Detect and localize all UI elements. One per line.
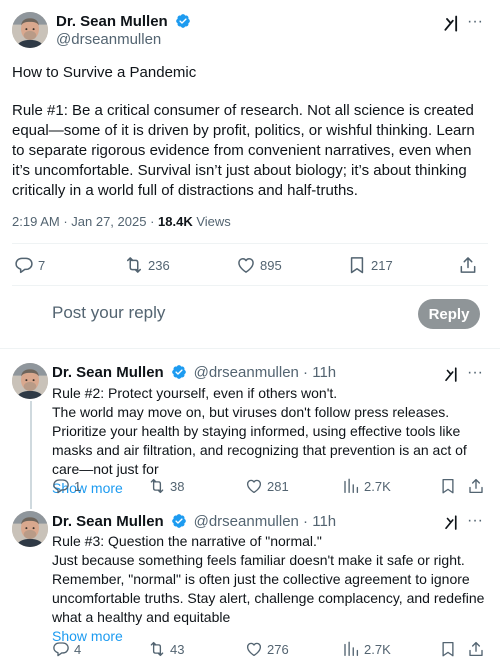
reply-icon: [52, 640, 70, 658]
share-action[interactable]: [458, 255, 478, 275]
reply-author-handle[interactable]: @drseanmullen: [194, 513, 299, 530]
more-icon[interactable]: ···: [467, 512, 483, 530]
verified-badge-icon[interactable]: [171, 364, 187, 380]
reply-action[interactable]: 1: [52, 477, 81, 495]
share-icon: [458, 255, 478, 275]
main-author-header: Dr. Sean Mullen @drseanmullen: [56, 13, 191, 48]
views-icon: [342, 477, 360, 495]
reply-text: Just because something feels familiar do…: [52, 552, 485, 625]
reply-first-line: Rule #2: Protect yourself, even if other…: [52, 385, 338, 401]
grok-icon[interactable]: [443, 366, 461, 384]
repost-count: 38: [170, 478, 185, 494]
views-action[interactable]: 2.7K: [342, 477, 391, 495]
bookmark-count: 217: [371, 257, 393, 273]
bookmark-action[interactable]: [439, 477, 457, 495]
reply-count: 4: [74, 641, 82, 657]
reply-author-avatar[interactable]: [12, 363, 48, 399]
reply-header: Dr. Sean Mullen @drseanmullen · 11h: [52, 513, 336, 531]
share-icon: [467, 477, 485, 495]
tweet-date[interactable]: Jan 27, 2025: [71, 214, 146, 229]
like-icon: [236, 255, 256, 275]
reply-text: The world may move on, but viruses don't…: [52, 404, 467, 477]
repost-action[interactable]: 236: [124, 255, 170, 275]
verified-badge-icon[interactable]: [171, 513, 187, 529]
views-icon: [342, 640, 360, 658]
views-label: Views: [192, 214, 231, 229]
views-count[interactable]: 18.4K: [158, 214, 193, 229]
bookmark-action[interactable]: 217: [347, 255, 393, 275]
bookmark-icon: [347, 255, 367, 275]
grok-icon[interactable]: [443, 514, 461, 532]
reply-action[interactable]: 4: [52, 640, 81, 658]
more-icon[interactable]: ···: [467, 364, 483, 382]
reply-input[interactable]: Post your reply: [52, 303, 165, 323]
repost-action[interactable]: 38: [148, 477, 184, 495]
like-action[interactable]: 281: [245, 477, 289, 495]
reply-count: 7: [38, 257, 46, 273]
reply-body: Rule #3: Question the narrative of "norm…: [52, 532, 488, 646]
main-tweet-title: How to Survive a Pandemic: [12, 64, 197, 81]
like-action[interactable]: 895: [236, 255, 282, 275]
share-icon: [467, 640, 485, 658]
like-action[interactable]: 276: [245, 640, 289, 658]
share-action[interactable]: [467, 477, 485, 495]
divider: [12, 285, 488, 286]
repost-count: 236: [148, 257, 170, 273]
like-count: 895: [260, 257, 282, 273]
repost-action[interactable]: 43: [148, 640, 184, 658]
like-count: 276: [267, 641, 289, 657]
reply-button[interactable]: Reply: [418, 299, 480, 329]
reply-author-name[interactable]: Dr. Sean Mullen: [52, 364, 164, 381]
repost-icon: [148, 640, 166, 658]
like-icon: [245, 640, 263, 658]
meta-separator: ·: [59, 214, 72, 229]
reply-author-name[interactable]: Dr. Sean Mullen: [52, 513, 164, 530]
divider: [0, 348, 500, 349]
meta-separator-2: ·: [146, 214, 159, 229]
repost-icon: [148, 477, 166, 495]
reply-count: 1: [74, 478, 82, 494]
tweet-time[interactable]: 2:19 AM: [12, 214, 60, 229]
avatar-photo: [12, 363, 48, 399]
verified-badge-icon[interactable]: [175, 13, 191, 29]
bookmark-action[interactable]: [439, 640, 457, 658]
reply-age[interactable]: · 11h: [299, 364, 336, 381]
main-author-handle[interactable]: @drseanmullen: [56, 31, 191, 48]
divider: [12, 243, 488, 244]
reply-icon: [52, 477, 70, 495]
grok-icon[interactable]: [442, 14, 462, 34]
share-action[interactable]: [467, 640, 485, 658]
avatar-photo: [12, 511, 48, 547]
views-count: 2.7K: [364, 641, 391, 657]
bookmark-icon: [439, 477, 457, 495]
reply-author-avatar[interactable]: [12, 511, 48, 547]
more-icon[interactable]: ···: [467, 13, 483, 31]
repost-count: 43: [170, 641, 185, 657]
reply-author-handle[interactable]: @drseanmullen: [194, 364, 299, 381]
repost-icon: [124, 255, 144, 275]
reply-header: Dr. Sean Mullen @drseanmullen · 11h: [52, 364, 336, 382]
reply-icon: [14, 255, 34, 275]
reply-action[interactable]: 7: [14, 255, 45, 275]
main-tweet-body: Rule #1: Be a critical consumer of resea…: [12, 102, 475, 199]
bookmark-icon: [439, 640, 457, 658]
like-icon: [245, 477, 263, 495]
thread-line: [30, 401, 32, 509]
views-count: 2.7K: [364, 478, 391, 494]
reply-first-line: Rule #3: Question the narrative of "norm…: [52, 533, 322, 549]
main-author-name[interactable]: Dr. Sean Mullen: [56, 13, 168, 30]
like-count: 281: [267, 478, 289, 494]
reply-age[interactable]: · 11h: [299, 513, 336, 530]
views-action[interactable]: 2.7K: [342, 640, 391, 658]
avatar-photo: [12, 12, 48, 48]
main-tweet-meta: 2:19 AM · Jan 27, 2025 · 18.4K Views: [12, 214, 231, 229]
main-author-avatar[interactable]: [12, 12, 48, 48]
